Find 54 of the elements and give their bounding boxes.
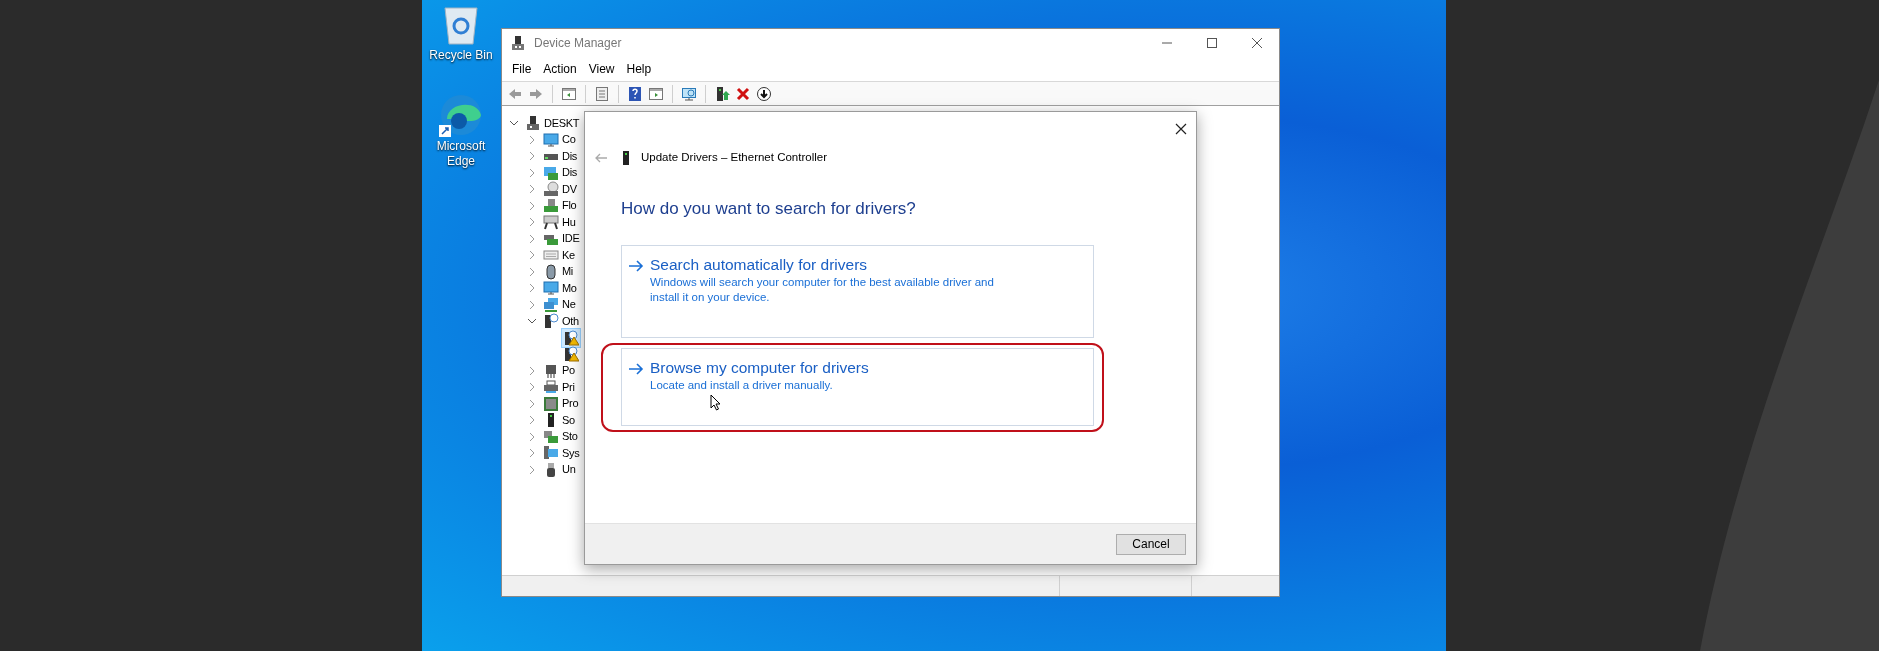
tree-item-label[interactable]: DESKT bbox=[544, 114, 580, 132]
cancel-button[interactable]: Cancel bbox=[1116, 533, 1186, 555]
tree-item-label[interactable]: Flo bbox=[562, 197, 577, 214]
tree-item-label[interactable]: Ne bbox=[562, 296, 576, 313]
tree-item-label[interactable]: Po bbox=[562, 362, 575, 379]
tree-item-label[interactable]: Mo bbox=[562, 279, 577, 297]
monitor-icon[interactable] bbox=[681, 85, 697, 102]
option-description: Locate and install a driver manually. bbox=[650, 377, 833, 393]
tree-item-label[interactable]: Oth bbox=[562, 312, 579, 330]
close-icon[interactable] bbox=[1174, 122, 1188, 136]
tree-item-label[interactable]: Hu bbox=[562, 213, 576, 231]
window-title: Device Manager bbox=[534, 35, 622, 52]
desktop-icon-label[interactable]: Microsoft Edge bbox=[425, 139, 497, 169]
device-manager-icon bbox=[510, 35, 526, 51]
delete-icon[interactable] bbox=[735, 85, 751, 102]
device-icon bbox=[621, 150, 631, 166]
tree-item-label[interactable]: Pro bbox=[562, 395, 579, 412]
tree-item-label[interactable]: Co bbox=[562, 131, 576, 148]
tree-item-label[interactable]: Ke bbox=[562, 246, 575, 264]
tower-arrow-icon[interactable] bbox=[714, 85, 730, 102]
dialog-title: Update Drivers – Ethernet Controller bbox=[641, 150, 827, 166]
tree-item-label[interactable]: Mi bbox=[562, 263, 573, 280]
option-button[interactable]: Browse my computer for drivers Locate and install a driver manually. bbox=[621, 347, 1094, 426]
dialog-heading: How do you want to search for drivers? bbox=[621, 198, 917, 220]
menu-item[interactable]: Action bbox=[537, 60, 583, 78]
tree-item-label[interactable]: Dis bbox=[562, 147, 577, 165]
help-icon[interactable] bbox=[627, 85, 643, 102]
menu-item[interactable]: View bbox=[582, 60, 621, 78]
option-title: Search automatically for drivers bbox=[650, 254, 868, 275]
device-icon[interactable] bbox=[525, 115, 541, 131]
arrow-right-icon bbox=[628, 360, 644, 377]
tree-item-label[interactable]: Pri bbox=[562, 378, 575, 396]
menu-item[interactable]: Help bbox=[620, 60, 658, 78]
option-description: Windows will search your computer for the best available driver and install it on your device. bbox=[650, 274, 995, 305]
desktop-icon-label[interactable]: Recycle Bin bbox=[425, 48, 497, 63]
panel-icon[interactable] bbox=[648, 85, 664, 102]
device-icon[interactable] bbox=[543, 214, 559, 230]
properties-icon[interactable] bbox=[594, 85, 610, 102]
option-button[interactable]: Search automatically for drivers Windows will search your computer for the best available driver and install it on your device. bbox=[621, 244, 1094, 338]
tree-item-label[interactable]: Un bbox=[562, 461, 576, 478]
download-icon[interactable] bbox=[756, 85, 772, 102]
device-icon[interactable] bbox=[543, 362, 559, 379]
device-icon[interactable] bbox=[543, 313, 559, 329]
arrow-right-icon bbox=[628, 257, 644, 274]
tree-item-label[interactable]: So bbox=[562, 411, 575, 429]
tree-item-label[interactable]: DV bbox=[562, 180, 577, 198]
menu-item[interactable]: File bbox=[506, 60, 538, 78]
tree-item-label[interactable]: IDE bbox=[562, 230, 580, 247]
option-title: Browse my computer for drivers bbox=[650, 357, 869, 378]
panel-icon[interactable] bbox=[561, 85, 577, 102]
tree-item-label[interactable]: Sto bbox=[562, 428, 578, 445]
tree-item-label[interactable]: Sys bbox=[562, 444, 580, 462]
mouse-pointer-icon bbox=[710, 393, 722, 412]
tree-item-label[interactable]: Dis bbox=[562, 164, 577, 181]
